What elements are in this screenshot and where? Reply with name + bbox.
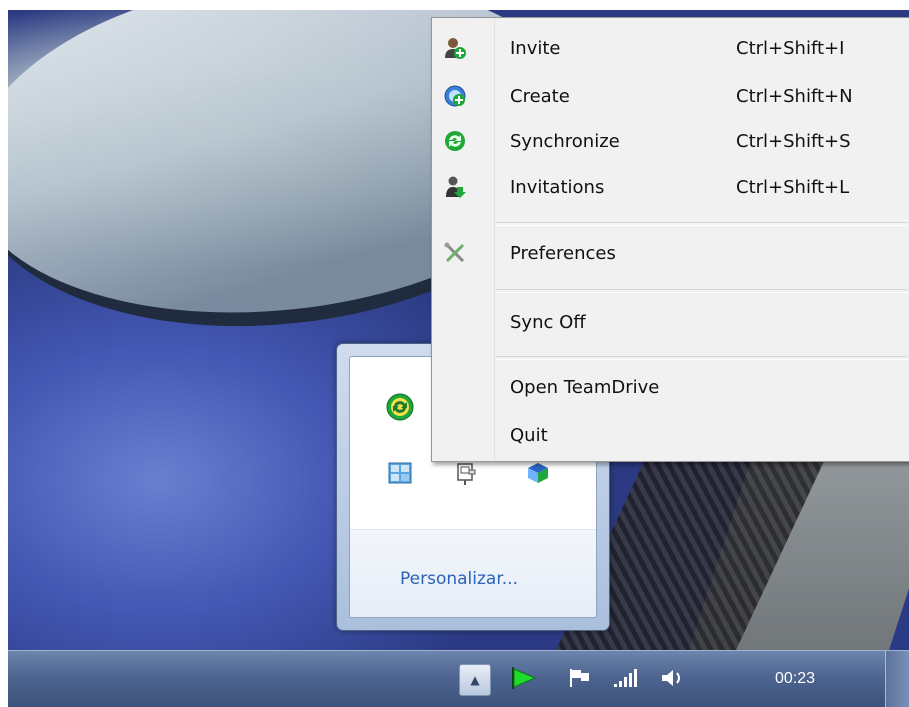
menu-item-open-teamdrive[interactable]: Open TeamDrive [432, 365, 909, 409]
menu-item-invite[interactable]: Invite Ctrl+Shift+I [432, 26, 909, 70]
show-desktop-button[interactable] [885, 651, 909, 707]
menu-label-synchronize: Synchronize [510, 130, 620, 152]
teamdrive-flag-icon[interactable] [506, 661, 540, 695]
menu-item-sync-off[interactable]: Sync Off [432, 300, 909, 344]
menu-item-invitations[interactable]: Invitations Ctrl+Shift+L [432, 165, 909, 209]
menu-label-preferences: Preferences [510, 242, 616, 264]
preferences-tools-icon [442, 240, 468, 266]
menu-item-quit[interactable]: Quit [432, 413, 909, 457]
menu-label-invite: Invite [510, 37, 561, 59]
taskbar: ▲ 00:23 [8, 650, 909, 707]
teamdrive-sync-icon[interactable] [384, 391, 416, 423]
show-hidden-icons-button[interactable]: ▲ [459, 664, 491, 696]
menu-label-create: Create [510, 85, 570, 107]
window-grid-icon[interactable] [384, 457, 416, 489]
menu-label-open-teamdrive: Open TeamDrive [510, 376, 660, 398]
menu-separator [496, 289, 908, 293]
invitations-icon [442, 174, 468, 200]
menu-label-invitations: Invitations [510, 176, 605, 198]
teamdrive-context-menu: Invite Ctrl+Shift+I Create Ctrl+Shift+N … [431, 17, 909, 462]
menu-item-synchronize[interactable]: Synchronize Ctrl+Shift+S [432, 119, 909, 163]
taskbar-clock[interactable]: 00:23 [750, 663, 840, 695]
volume-icon[interactable] [656, 661, 690, 695]
create-space-icon [442, 83, 468, 109]
menu-item-preferences[interactable]: Preferences [432, 231, 909, 275]
invite-user-icon [442, 35, 468, 61]
chevron-up-icon: ▲ [470, 673, 480, 687]
menu-label-sync-off: Sync Off [510, 311, 586, 333]
menu-shortcut-invite: Ctrl+Shift+I [736, 37, 845, 59]
customize-link[interactable]: Personalizar... [400, 569, 518, 589]
menu-separator [496, 222, 908, 226]
menu-shortcut-invitations: Ctrl+Shift+L [736, 176, 850, 198]
menu-item-create[interactable]: Create Ctrl+Shift+N [432, 74, 909, 118]
menu-separator [496, 356, 908, 360]
menu-shortcut-synchronize: Ctrl+Shift+S [736, 130, 851, 152]
signal-bars-icon[interactable] [610, 661, 642, 695]
menu-shortcut-create: Ctrl+Shift+N [736, 85, 853, 107]
action-center-flag-icon[interactable] [564, 661, 596, 695]
menu-label-quit: Quit [510, 424, 548, 446]
sync-icon [442, 128, 468, 154]
